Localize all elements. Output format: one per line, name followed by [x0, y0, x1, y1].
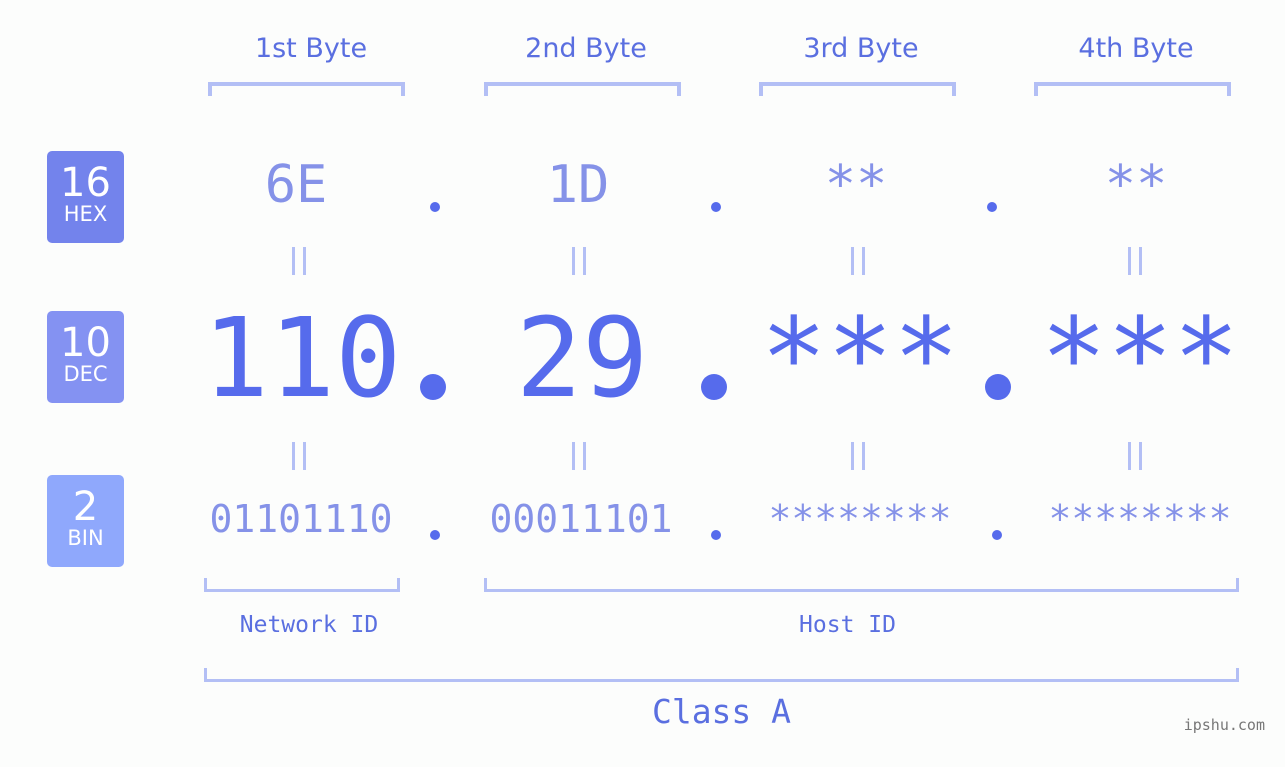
- equals-icon: [851, 247, 865, 275]
- dec-badge-number: 10: [60, 320, 111, 366]
- dec-separator-dot: [701, 374, 727, 400]
- dec-octet-3: ***: [760, 294, 960, 422]
- bin-badge-label: BIN: [67, 526, 104, 550]
- byte-bracket-2: [484, 82, 681, 96]
- equals-icon: [851, 442, 865, 470]
- network-id-label: Network ID: [239, 612, 379, 638]
- byte-bracket-3: [759, 82, 956, 96]
- hex-badge-number: 16: [60, 160, 111, 206]
- bin-octet-1: 01101110: [209, 497, 393, 541]
- dec-octet-4: ***: [1040, 294, 1240, 422]
- host-id-bracket: [484, 578, 1239, 592]
- bin-badge: 2 BIN: [47, 475, 124, 567]
- host-id-label: Host ID: [799, 612, 896, 638]
- byte-label-2: 2nd Byte: [525, 33, 647, 64]
- equals-icon: [1128, 442, 1142, 470]
- byte-bracket-4: [1034, 82, 1231, 96]
- hex-octet-2: 1D: [546, 155, 610, 215]
- hex-octet-3: **: [824, 155, 888, 215]
- hex-separator-dot: [430, 202, 440, 212]
- bin-separator-dot: [992, 530, 1002, 540]
- dec-octet-2: 29: [515, 294, 649, 422]
- bin-octet-2: 00011101: [489, 497, 673, 541]
- dec-separator-dot: [985, 374, 1011, 400]
- dec-badge: 10 DEC: [47, 311, 124, 403]
- bin-badge-number: 2: [72, 484, 99, 530]
- equals-icon: [572, 442, 586, 470]
- hex-separator-dot: [987, 202, 997, 212]
- dec-octet-1: 110: [202, 294, 402, 422]
- hex-badge: 16 HEX: [47, 151, 124, 243]
- byte-label-1: 1st Byte: [254, 33, 368, 64]
- byte-label-4: 4th Byte: [1078, 33, 1194, 64]
- network-id-bracket: [204, 578, 400, 592]
- watermark: ipshu.com: [1183, 716, 1265, 734]
- bin-octet-4: ********: [1048, 497, 1232, 541]
- hex-octet-1: 6E: [264, 155, 328, 215]
- bin-octet-3: ********: [768, 497, 952, 541]
- equals-icon: [292, 247, 306, 275]
- bin-separator-dot: [711, 530, 721, 540]
- class-label: Class A: [651, 692, 792, 731]
- equals-icon: [292, 442, 306, 470]
- byte-label-3: 3rd Byte: [803, 33, 919, 64]
- hex-octet-4: **: [1104, 155, 1168, 215]
- byte-bracket-1: [208, 82, 405, 96]
- class-bracket: [204, 668, 1239, 682]
- equals-icon: [1128, 247, 1142, 275]
- equals-icon: [572, 247, 586, 275]
- hex-badge-label: HEX: [63, 202, 108, 226]
- dec-separator-dot: [420, 374, 446, 400]
- hex-separator-dot: [711, 202, 721, 212]
- dec-badge-label: DEC: [63, 362, 108, 386]
- bin-separator-dot: [430, 530, 440, 540]
